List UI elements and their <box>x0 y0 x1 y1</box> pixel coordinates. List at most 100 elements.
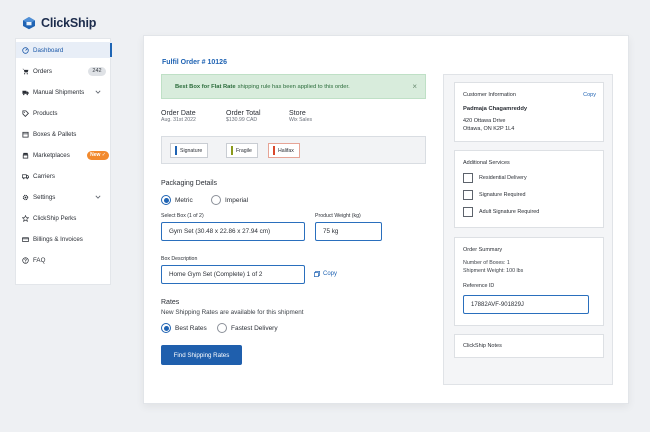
sidebar-item-perks[interactable]: ClickShip Perks <box>16 210 112 226</box>
cart-icon <box>22 68 29 75</box>
brand-logo[interactable]: ClickShip <box>22 16 96 30</box>
sidebar-item-label: Marketplaces <box>33 151 70 159</box>
radio-label: Metric <box>175 196 193 204</box>
unit-imperial-radio[interactable]: Imperial <box>211 195 248 205</box>
number-of-boxes: Number of Boxes: 1 <box>463 260 510 266</box>
sidebar-item-marketplaces[interactable]: Marketplaces New ✓ <box>16 147 112 163</box>
chevron-down-icon <box>95 195 101 199</box>
close-icon[interactable]: × <box>412 82 417 91</box>
sidebar-item-settings[interactable]: Settings <box>16 189 112 205</box>
orders-count-badge: 242 <box>88 66 106 76</box>
sidebar-item-label: FAQ <box>33 256 46 264</box>
additional-services-title: Additional Services <box>463 160 510 166</box>
truck-icon <box>22 89 29 96</box>
product-weight-field[interactable]: 75 kg <box>315 222 382 241</box>
radio-circle <box>217 323 227 333</box>
rates-subtitle: New Shipping Rates are available for thi… <box>161 309 304 316</box>
sidebar-item-label: Carriers <box>33 172 56 180</box>
order-total-value: $130.99 CAD <box>226 117 258 123</box>
rates-title: Rates <box>161 299 180 306</box>
store-icon <box>22 152 29 159</box>
sidebar-item-carriers[interactable]: Carriers <box>16 168 112 184</box>
copy-description-button[interactable]: Copy <box>314 271 337 277</box>
order-summary-title: Order Summary <box>463 247 503 253</box>
sidebar-item-faq[interactable]: FAQ <box>16 252 112 268</box>
star-icon <box>22 214 29 222</box>
order-date: Order Date Aug. 31st 2022 <box>161 110 196 123</box>
signature-required-checkbox[interactable]: Signature Required <box>463 190 525 200</box>
fulfil-order-panel: Fulfil Order # 10126 Best Box for Flat R… <box>143 35 629 404</box>
product-weight-label: Product Weight (kg) <box>315 213 361 219</box>
checkbox-label: Residential Delivery <box>479 175 527 181</box>
tag-icon <box>22 109 29 117</box>
order-tags: Signature Fragile Halifax <box>161 136 426 164</box>
box-description-label: Box Description <box>161 256 198 262</box>
copy-label: Copy <box>323 271 338 277</box>
rate-fastest-radio[interactable]: Fastest Delivery <box>217 323 278 333</box>
order-side-column: Customer Information Copy Padmaja Chagam… <box>443 74 613 385</box>
tag-signature[interactable]: Signature <box>170 143 209 158</box>
sidebar-item-orders[interactable]: Orders 242 <box>16 63 112 79</box>
find-shipping-rates-button[interactable]: Find Shipping Rates <box>161 345 242 365</box>
order-store: Store Wix Sales <box>289 110 312 123</box>
select-box-field[interactable]: Gym Set (30.48 x 22.86 x 27.94 cm) <box>161 222 305 241</box>
carrier-icon <box>22 173 29 180</box>
sidebar-item-label: ClickShip Perks <box>33 214 77 222</box>
reference-id-field[interactable]: 17882AVF-901829J <box>463 295 589 314</box>
checkbox-box <box>463 190 473 200</box>
radio-label: Best Rates <box>175 324 207 332</box>
radio-label: Fastest Delivery <box>231 324 278 332</box>
brand-name: ClickShip <box>41 16 97 30</box>
order-summary-card: Order Summary Number of Boxes: 1 Shipmen… <box>454 237 604 326</box>
tag-color-bar <box>273 146 275 155</box>
sidebar-item-label: Dashboard <box>33 46 64 54</box>
sidebar-item-dashboard[interactable]: Dashboard <box>16 42 112 58</box>
chevron-down-icon <box>95 90 101 94</box>
clickship-notes-card[interactable]: ClickShip Notes <box>454 334 604 358</box>
radio-circle <box>161 323 171 333</box>
radio-label: Imperial <box>225 196 249 204</box>
order-date-value: Aug. 31st 2022 <box>161 117 196 123</box>
tag-fragile[interactable]: Fragile <box>226 143 258 158</box>
tag-label: Signature <box>180 147 203 154</box>
clickship-notes-title: ClickShip Notes <box>463 343 502 349</box>
residential-delivery-checkbox[interactable]: Residential Delivery <box>463 173 527 183</box>
tag-label: Fragile <box>236 147 252 154</box>
customer-info-title: Customer Information <box>463 92 516 98</box>
tag-label: Halifax <box>278 147 294 154</box>
customer-name: Padmaja Chagamreddy <box>463 106 528 112</box>
dashboard-icon <box>22 46 29 54</box>
rate-best-radio[interactable]: Best Rates <box>161 323 207 333</box>
box-icon <box>22 131 29 138</box>
clickship-logo-icon <box>23 17 35 30</box>
order-total: Order Total $130.99 CAD <box>226 110 261 123</box>
billing-icon <box>22 236 29 243</box>
tag-color-bar <box>175 146 177 155</box>
tag-halifax[interactable]: Halifax <box>268 143 300 158</box>
sidebar: Dashboard Orders 242 Manual Shipments Pr… <box>15 38 112 285</box>
reference-id-label: Reference ID <box>463 283 495 289</box>
radio-circle <box>211 195 221 205</box>
store-value: Wix Sales <box>289 117 313 123</box>
unit-metric-radio[interactable]: Metric <box>161 195 193 205</box>
order-total-label: Order Total <box>226 110 261 117</box>
checkbox-box <box>463 173 473 183</box>
sidebar-item-label: Settings <box>33 193 56 201</box>
radio-circle <box>161 195 171 205</box>
sidebar-item-products[interactable]: Products <box>16 105 112 121</box>
additional-services-card: Additional Services Residential Delivery… <box>454 150 604 228</box>
sidebar-item-label: Manual Shipments <box>33 88 85 96</box>
box-description-field[interactable]: Home Gym Set (Complete) 1 of 2 <box>161 265 305 284</box>
checkbox-box <box>463 207 473 217</box>
gear-icon <box>22 194 29 201</box>
customer-copy-link[interactable]: Copy <box>583 92 596 98</box>
sidebar-item-manual-shipments[interactable]: Manual Shipments <box>16 84 112 100</box>
customer-info-card: Customer Information Copy Padmaja Chagam… <box>454 82 604 142</box>
sidebar-item-billing[interactable]: Billings & Invoices <box>16 231 112 247</box>
adult-signature-required-checkbox[interactable]: Adult Signature Required <box>463 207 539 217</box>
checkbox-label: Adult Signature Required <box>479 209 540 215</box>
sidebar-item-label: Billings & Invoices <box>33 235 83 243</box>
sidebar-item-boxes-pallets[interactable]: Boxes & Pallets <box>16 126 112 142</box>
customer-address-line2: Ottawa, ON K2P 1L4 <box>463 126 515 132</box>
page-title: Fulfil Order # 10126 <box>162 59 227 66</box>
